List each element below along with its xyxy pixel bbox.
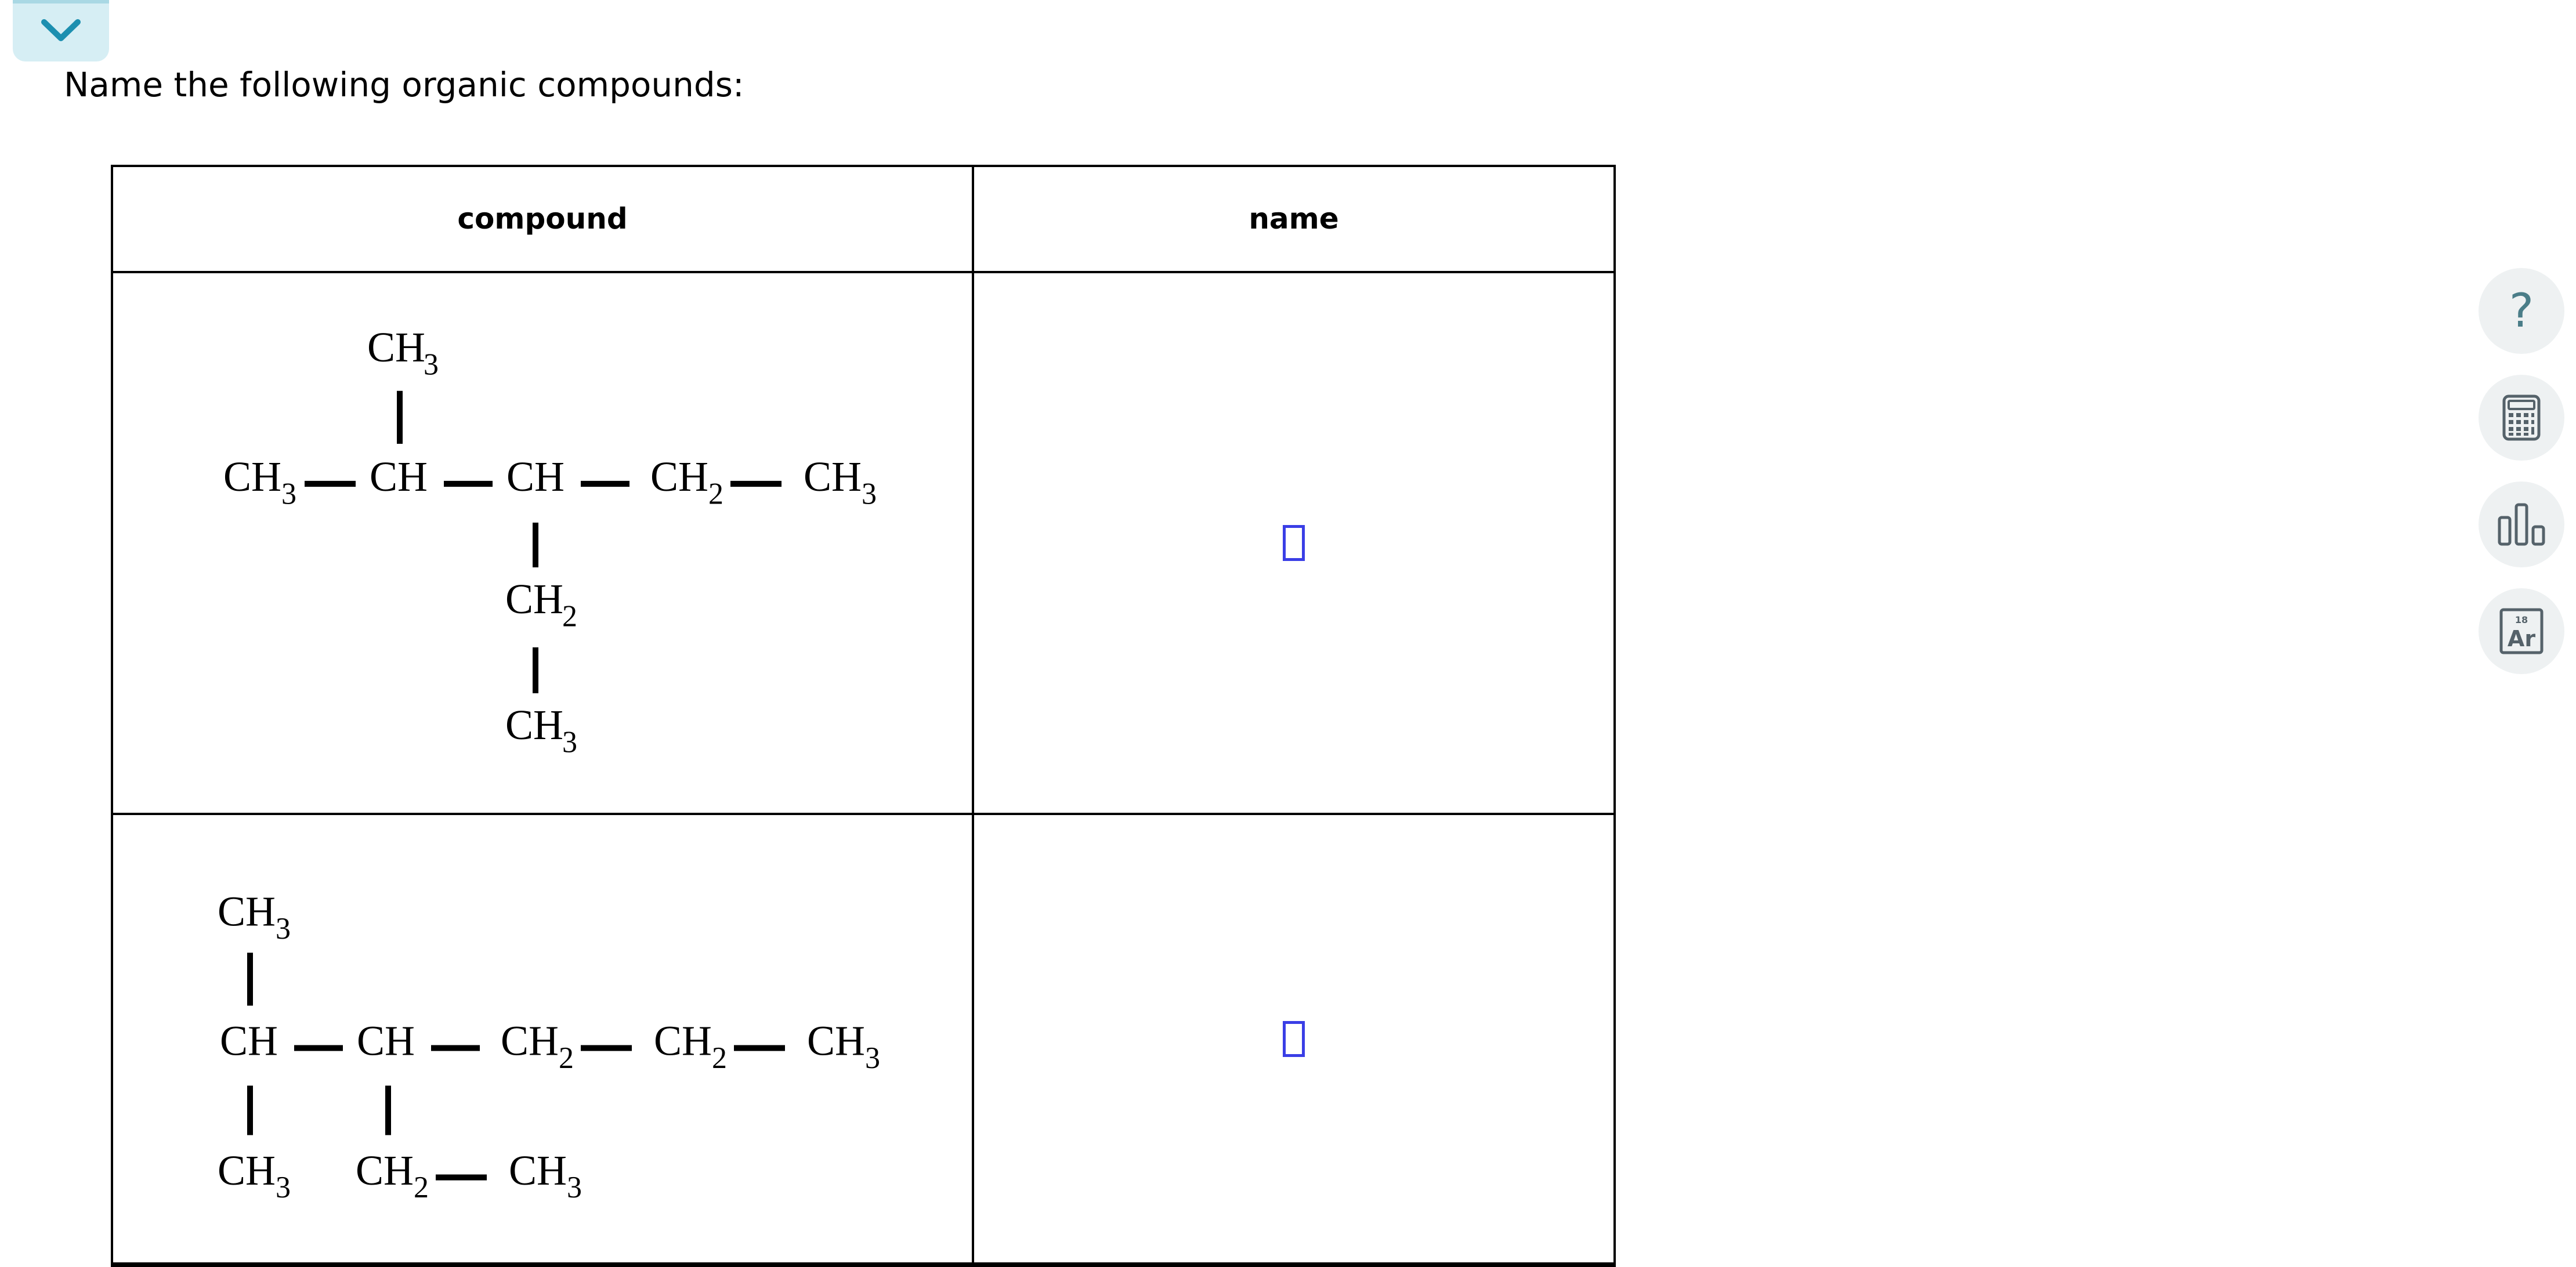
- calculator-button[interactable]: [2479, 375, 2564, 461]
- name-cell: [972, 270, 1616, 816]
- atom-subscript: 3: [567, 1171, 582, 1204]
- table-header-row: compound name: [111, 165, 1616, 273]
- atom-label: CH: [223, 453, 281, 500]
- atom-subscript: 2: [414, 1171, 429, 1204]
- compounds-table: compound name CH 3 CH 3 CH CH CH 2 CH 3 …: [111, 165, 1616, 1267]
- atom-label: CH: [370, 453, 428, 500]
- atom-label: CH: [804, 453, 862, 500]
- atom-label: CH: [356, 1147, 414, 1194]
- compound-structure-2: CH 3 CH CH CH 2 CH 2 CH 3 CH 3 CH 2 CH 3: [218, 888, 880, 1204]
- atom-subscript: 3: [281, 477, 296, 511]
- help-icon: ?: [2509, 284, 2534, 338]
- table-row: [111, 1262, 1616, 1267]
- chevron-down-icon: [41, 19, 81, 41]
- periodic-table-icon: 18 Ar: [2499, 608, 2544, 654]
- atom-subscript: 2: [562, 599, 577, 633]
- atom-label: CH: [218, 888, 276, 935]
- name-answer-input[interactable]: [1283, 524, 1305, 561]
- atom-subscript: 3: [862, 477, 877, 511]
- atom-subscript: 3: [276, 1171, 291, 1204]
- atom-label: CH: [807, 1018, 865, 1065]
- compound-cell: CH 3 CH 3 CH CH CH 2 CH 3 CH 2 CH 3: [111, 270, 974, 816]
- name-cell: [972, 813, 1616, 1265]
- atom-subscript: 2: [708, 477, 723, 511]
- calculator-icon: [2502, 394, 2541, 441]
- atom-label: CH: [509, 1147, 567, 1194]
- tools-panel: ? 18 Ar: [2479, 268, 2564, 695]
- atom-label: CH: [506, 453, 565, 500]
- atom-label: CH: [357, 1018, 415, 1065]
- compound-structure-1: CH 3 CH 3 CH CH CH 2 CH 3 CH 2 CH 3: [223, 323, 877, 759]
- atom-label: CH: [505, 701, 563, 748]
- table-row: CH 3 CH 3 CH CH CH 2 CH 3 CH 2 CH 3: [111, 270, 1616, 816]
- column-header-compound: compound: [111, 165, 974, 273]
- bar-chart-icon: [2498, 503, 2545, 546]
- atom-label: CH: [367, 323, 425, 371]
- element-number: 18: [2515, 614, 2528, 625]
- question-prompt: Name the following organic compounds:: [64, 65, 744, 104]
- name-answer-input[interactable]: [1283, 1020, 1305, 1057]
- compound-cell: CH 3 CH CH CH 2 CH 2 CH 3 CH 3 CH 2 CH 3: [111, 813, 974, 1265]
- atom-subscript: 3: [424, 347, 439, 381]
- table-row: CH 3 CH CH CH 2 CH 2 CH 3 CH 3 CH 2 CH 3: [111, 813, 1616, 1265]
- atom-subscript: 3: [562, 725, 577, 759]
- atom-label: CH: [505, 575, 563, 622]
- atom-subscript: 2: [559, 1041, 574, 1075]
- periodic-table-button[interactable]: 18 Ar: [2479, 588, 2564, 674]
- compound-cell: [111, 1262, 974, 1267]
- collapse-toggle-button[interactable]: [13, 0, 109, 61]
- atom-label: CH: [650, 453, 708, 500]
- atom-label: CH: [501, 1018, 559, 1065]
- atom-subscript: 3: [276, 912, 291, 946]
- atom-label: CH: [220, 1018, 278, 1065]
- atom-label: CH: [218, 1147, 276, 1194]
- element-symbol: Ar: [2508, 626, 2535, 651]
- atom-label: CH: [654, 1018, 712, 1065]
- data-chart-button[interactable]: [2479, 482, 2564, 567]
- atom-subscript: 2: [712, 1041, 727, 1075]
- name-cell: [972, 1262, 1616, 1267]
- atom-subscript: 3: [865, 1041, 880, 1075]
- column-header-name: name: [972, 165, 1616, 273]
- help-button[interactable]: ?: [2479, 268, 2564, 354]
